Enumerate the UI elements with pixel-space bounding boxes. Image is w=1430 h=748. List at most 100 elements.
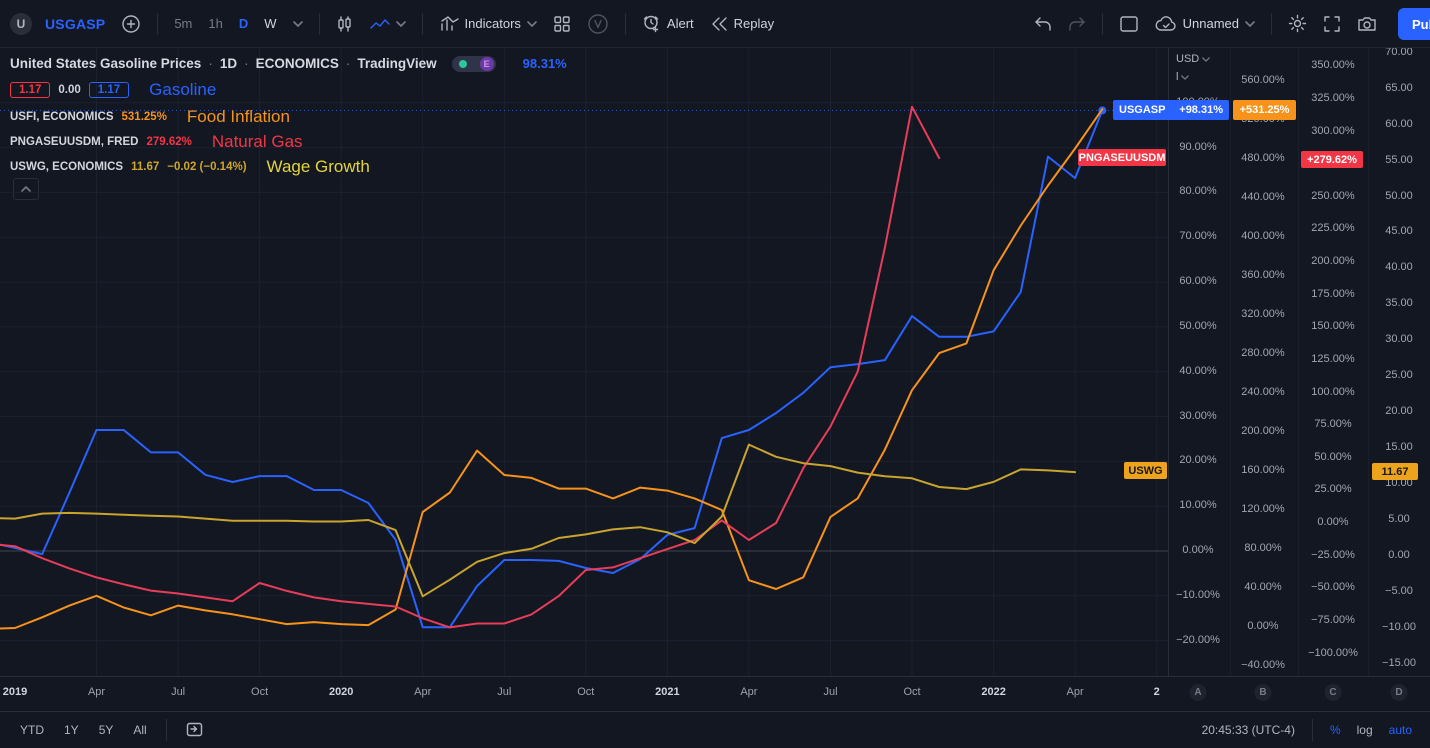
price-tick-label-B: 240.00% [1241, 386, 1284, 398]
log-scale-button[interactable]: log [1351, 723, 1379, 737]
scale-letter-badge-C[interactable]: C [1325, 684, 1342, 701]
scale-letter-badge-D[interactable]: D [1391, 684, 1408, 701]
price-badge: +531.25% [1233, 100, 1296, 120]
undo-button[interactable] [1027, 7, 1059, 41]
legend-series-row[interactable]: PNGASEUUSDM, FRED 279.62% Natural Gas [10, 133, 567, 150]
chart-style-line-button[interactable] [363, 7, 413, 41]
indicators-button[interactable]: Indicators [432, 7, 544, 41]
symbol-button[interactable]: USGASP [38, 7, 112, 41]
price-tick-label-A: 70.00% [1179, 230, 1216, 242]
price-tick-label-A: −10.00% [1176, 589, 1220, 601]
alert-button[interactable]: Alert [635, 7, 701, 41]
cloud-save-button[interactable]: Unnamed [1148, 7, 1262, 41]
screenshot-button[interactable] [1350, 7, 1384, 41]
range-1y-button[interactable]: 1Y [56, 720, 87, 740]
redo-button[interactable] [1061, 7, 1093, 41]
layout-grid-button[interactable] [546, 7, 578, 41]
interval-5m[interactable]: 5m [167, 7, 199, 41]
legend-interval[interactable]: 1D [220, 56, 237, 71]
price-tick-label-C: 225.00% [1311, 222, 1354, 234]
toolbar-left: U USGASP 5m 1h D W [10, 7, 781, 41]
series-name-wage-growth[interactable]: Wage Growth [267, 157, 370, 177]
chart-style-candles-button[interactable] [329, 7, 361, 41]
price-tick-label-D: 70.00 [1385, 48, 1413, 58]
toolbar-separator [1271, 13, 1272, 35]
series-value: 531.25% [122, 111, 167, 123]
series-symbol: USFI, ECONOMICS [10, 111, 114, 123]
value-box-open: 1.17 [10, 82, 50, 98]
interval-1h[interactable]: 1h [201, 7, 229, 41]
series-name-food-inflation[interactable]: Food Inflation [187, 107, 290, 127]
price-tick-label-A: 0.00% [1182, 544, 1213, 556]
interval-menu-button[interactable] [286, 7, 310, 41]
time-axis[interactable]: 2019AprJulOct2020AprJulOct2021AprJulOct2… [0, 676, 1430, 712]
price-badge: PNGASEUUSDM [1078, 149, 1166, 166]
time-axis-label: 2020 [329, 686, 353, 698]
source-toggle[interactable]: E [452, 56, 496, 72]
legend-series-row[interactable]: USWG, ECONOMICS 11.67 −0.02 (−0.14%) Wag… [10, 158, 567, 175]
chevron-down-icon [1181, 75, 1189, 80]
price-badge: USWG [1124, 462, 1167, 479]
add-symbol-button[interactable] [114, 7, 148, 41]
interval-1w[interactable]: W [257, 7, 283, 41]
toolbar-separator [1312, 719, 1313, 741]
price-tick-label-B: 120.00% [1241, 503, 1284, 515]
price-tick-label-B: 440.00% [1241, 191, 1284, 203]
price-tick-label-A: 20.00% [1179, 454, 1216, 466]
interval-1d[interactable]: D [232, 7, 255, 41]
settings-button[interactable] [1281, 7, 1314, 41]
chart-legend: United States Gasoline Prices · 1D · ECO… [10, 54, 567, 175]
scale-letter-badge-B[interactable]: B [1255, 684, 1272, 701]
toolbar-separator [157, 13, 158, 35]
fullscreen-button[interactable] [1316, 7, 1348, 41]
range-5y-button[interactable]: 5Y [91, 720, 122, 740]
symbol-label: USGASP [45, 16, 105, 32]
series-symbol: PNGASEUUSDM, FRED [10, 136, 138, 148]
price-tick-label-C: 50.00% [1314, 451, 1351, 463]
top-toolbar: U USGASP 5m 1h D W [0, 0, 1430, 48]
price-tick-label-C: 0.00% [1317, 516, 1348, 528]
price-tick-label-D: 30.00 [1385, 333, 1413, 345]
price-tick-label-D: −10.00 [1382, 621, 1416, 633]
auto-scale-button[interactable]: auto [1383, 723, 1418, 737]
price-tick-label-C: 300.00% [1311, 125, 1354, 137]
replay-button[interactable]: Replay [703, 7, 781, 41]
goto-date-button[interactable] [178, 718, 211, 743]
price-tick-label-B: 560.00% [1241, 74, 1284, 86]
price-tick-label-C: 200.00% [1311, 255, 1354, 267]
publish-button[interactable]: Publish [1398, 8, 1430, 40]
price-tick-label-D: 5.00 [1388, 513, 1409, 525]
price-tick-label-B: 480.00% [1241, 152, 1284, 164]
price-tick-label-C: −75.00% [1311, 614, 1355, 626]
indicator-templates-button[interactable] [580, 7, 616, 41]
time-axis-label: 2022 [981, 686, 1005, 698]
series-name-gasoline[interactable]: Gasoline [149, 80, 216, 100]
chevron-down-icon [293, 21, 303, 27]
layout-name-label: Unnamed [1183, 16, 1239, 31]
percent-scale-button[interactable]: % [1324, 723, 1347, 737]
badge-text: +98.31% [1179, 104, 1223, 116]
series-name-natural-gas[interactable]: Natural Gas [212, 132, 303, 152]
range-ytd-button[interactable]: YTD [12, 720, 52, 740]
cloud-check-icon [1155, 16, 1177, 32]
clock-label[interactable]: 20:45:33 (UTC-4) [1196, 723, 1301, 737]
price-tick-label-A: 50.00% [1179, 320, 1216, 332]
chart-title: United States Gasoline Prices [10, 56, 201, 71]
layout-panel-button[interactable] [1112, 7, 1146, 41]
time-axis-label: Apr [740, 686, 757, 698]
legend-title-row[interactable]: United States Gasoline Prices · 1D · ECO… [10, 54, 567, 73]
price-tick-label-C: 325.00% [1311, 92, 1354, 104]
currency-unit-button[interactable]: USD [1176, 53, 1210, 65]
price-tick-label-A: 40.00% [1179, 365, 1216, 377]
replay-label: Replay [734, 16, 774, 31]
price-tick-label-C: 75.00% [1314, 418, 1351, 430]
scale-letter-badge-A[interactable]: A [1190, 684, 1207, 701]
scale-mode-button[interactable]: l [1176, 71, 1189, 83]
legend-series-row[interactable]: USFI, ECONOMICS 531.25% Food Inflation [10, 108, 567, 125]
legend-change-pct: 98.31% [523, 56, 567, 71]
range-all-button[interactable]: All [125, 720, 154, 740]
price-tick-label-D: 35.00 [1385, 297, 1413, 309]
price-badge: +279.62% [1301, 151, 1363, 168]
time-axis-label: Jul [171, 686, 185, 698]
user-avatar[interactable]: U [10, 13, 32, 35]
